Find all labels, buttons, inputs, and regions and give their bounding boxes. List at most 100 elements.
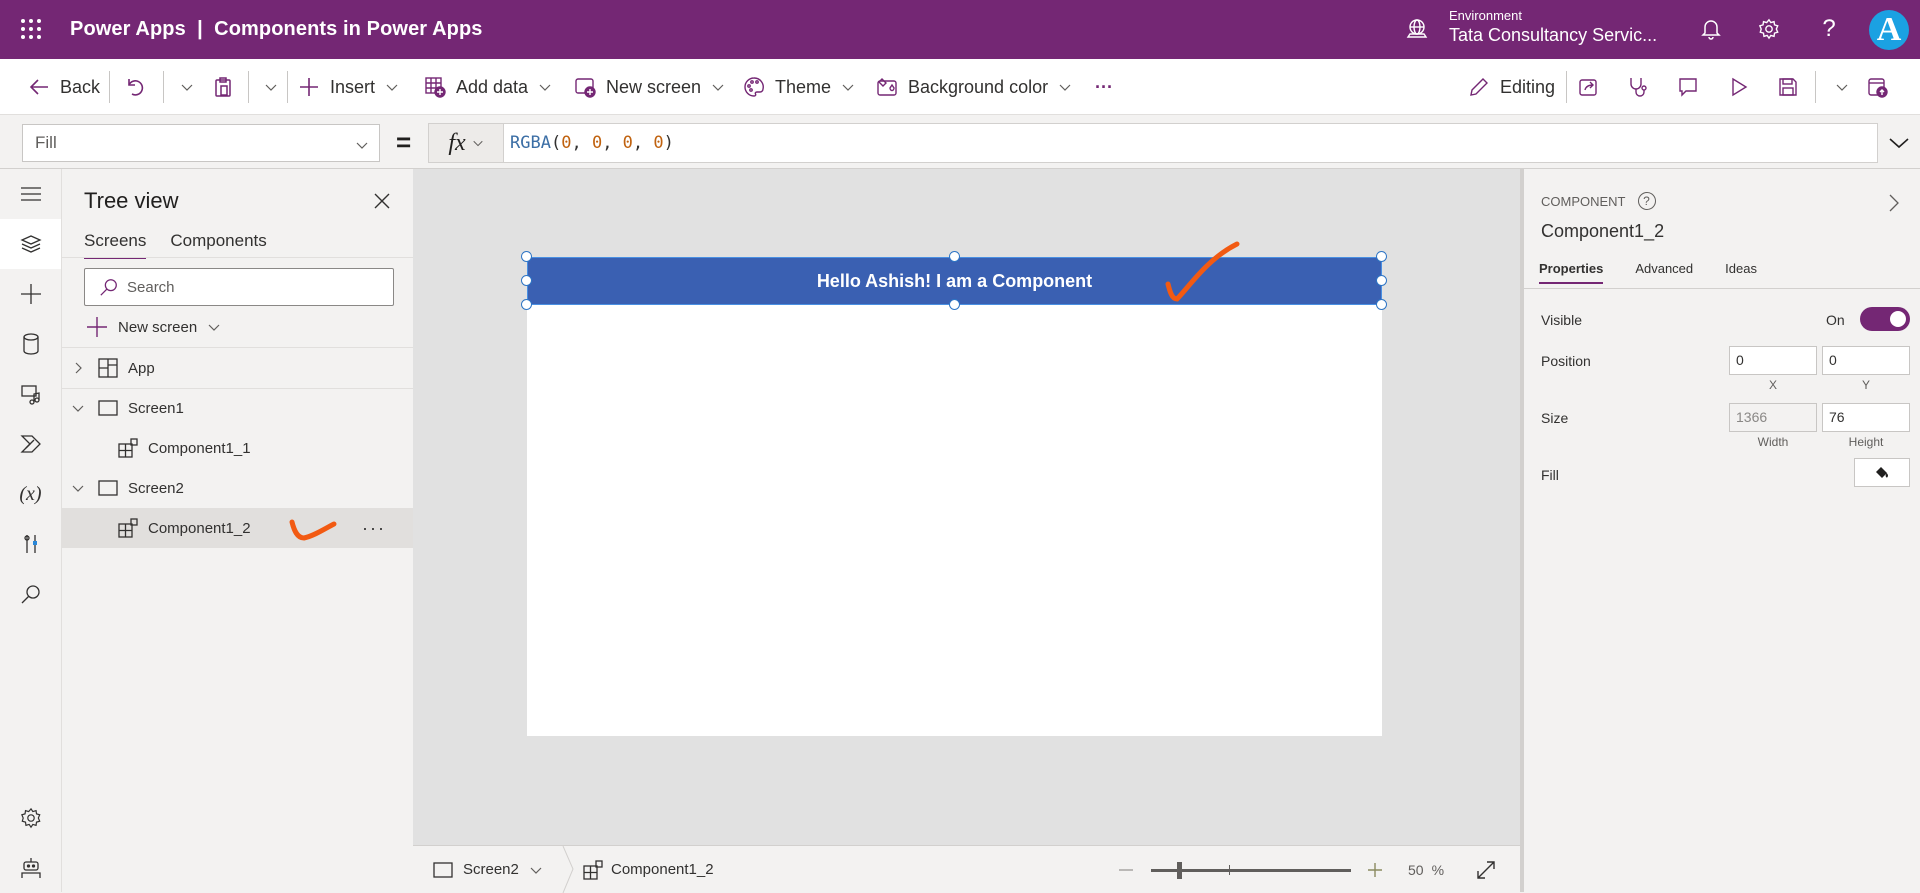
fill-color-picker[interactable]: [1854, 458, 1910, 487]
fit-to-window-button[interactable]: [1476, 846, 1496, 893]
zoom-out-button[interactable]: [1118, 846, 1134, 893]
visible-toggle[interactable]: [1860, 307, 1910, 331]
advanced-tools-button[interactable]: [0, 519, 61, 569]
position-x-input[interactable]: 0: [1729, 346, 1817, 375]
comments-button[interactable]: [1677, 59, 1709, 115]
background-color-button[interactable]: Background color: [876, 59, 1072, 115]
menu-hamburger-button[interactable]: [0, 169, 61, 219]
tree-item-screen1[interactable]: Screen1: [62, 388, 413, 428]
back-button[interactable]: Back: [28, 59, 100, 115]
tab-screens[interactable]: Screens: [84, 231, 147, 259]
insert-button[interactable]: Insert: [298, 59, 399, 115]
undo-dropdown[interactable]: [170, 59, 194, 115]
settings-button[interactable]: [0, 793, 61, 843]
new-screen-button[interactable]: New screen: [574, 59, 725, 115]
power-automate-button[interactable]: [0, 419, 61, 469]
formula-input[interactable]: RGBA(0, 0, 0, 0): [503, 123, 1878, 163]
settings-gear-icon[interactable]: [1754, 14, 1784, 44]
resize-handle-left[interactable]: [521, 275, 532, 286]
resize-handle-bottom-left[interactable]: [521, 299, 532, 310]
equals-sign: =: [396, 127, 412, 157]
preview-play-button[interactable]: [1728, 59, 1760, 115]
resize-handle-top-right[interactable]: [1376, 251, 1387, 262]
zoom-slider-thumb[interactable]: [1176, 861, 1182, 879]
properties-tabs: Properties Advanced Ideas: [1539, 261, 1789, 284]
paste-dropdown[interactable]: [254, 59, 278, 115]
chevron-down-icon: [1836, 84, 1848, 91]
fill-label: Fill: [1541, 467, 1559, 483]
publish-button[interactable]: [1866, 59, 1898, 115]
property-dropdown[interactable]: Fill: [22, 124, 380, 162]
formula-arg: 0: [561, 133, 572, 153]
resize-handle-bottom[interactable]: [949, 299, 960, 310]
screen-icon: [98, 400, 118, 416]
media-pane-button[interactable]: [0, 369, 61, 419]
help-question-icon[interactable]: ?: [1637, 192, 1656, 210]
tree-item-screen2[interactable]: Screen2: [62, 468, 413, 508]
insert-pane-button[interactable]: [0, 269, 61, 319]
tree-view-button[interactable]: [0, 219, 61, 269]
canvas-status-bar: Screen2 Component1_2 50 %: [413, 845, 1520, 893]
add-data-button[interactable]: Add data: [424, 59, 552, 115]
environment-picker[interactable]: Environment Tata Consultancy Servic...: [1405, 8, 1657, 46]
undo-button[interactable]: [124, 59, 156, 115]
share-button[interactable]: [1577, 59, 1609, 115]
tab-ideas[interactable]: Ideas: [1725, 261, 1757, 284]
variables-icon: (x): [19, 482, 42, 505]
more-options-button[interactable]: ···: [362, 518, 386, 539]
paste-button[interactable]: [212, 59, 244, 115]
zoom-slider[interactable]: [1151, 846, 1351, 893]
resize-handle-bottom-right[interactable]: [1376, 299, 1387, 310]
clipboard-icon: [215, 77, 231, 97]
save-button[interactable]: [1777, 59, 1809, 115]
zoom-in-button[interactable]: [1367, 846, 1383, 893]
comment-icon: [1679, 78, 1697, 97]
command-bar: Back Insert Add data New screen Theme Ba…: [0, 59, 1920, 115]
tree-item-app[interactable]: App: [62, 348, 413, 388]
resize-handle-right[interactable]: [1376, 275, 1387, 286]
component-icon: [118, 518, 138, 538]
search-pane-button[interactable]: [0, 569, 61, 619]
tree-item-component1-1[interactable]: Component1_1: [62, 428, 413, 468]
formula-bar: Fill = fx RGBA(0, 0, 0, 0): [0, 115, 1920, 169]
variables-button[interactable]: (x): [0, 469, 61, 519]
notifications-bell-icon[interactable]: [1696, 14, 1726, 44]
paint-bucket-icon: [1876, 466, 1888, 478]
y-caption: Y: [1861, 378, 1870, 392]
tree-item-component1-2[interactable]: Component1_2 ···: [62, 508, 413, 548]
help-question-icon[interactable]: ?: [1814, 14, 1844, 44]
breadcrumb-component1-2[interactable]: Component1_2: [583, 846, 714, 893]
tab-components[interactable]: Components: [170, 231, 266, 259]
tree-item-label: Component1_2: [148, 519, 251, 537]
tree-search-input[interactable]: Search: [84, 268, 394, 306]
user-avatar[interactable]: A: [1869, 10, 1909, 50]
close-icon[interactable]: [372, 191, 396, 215]
chevron-right-icon[interactable]: [1888, 193, 1900, 213]
resize-handle-top[interactable]: [949, 251, 960, 262]
tab-advanced[interactable]: Advanced: [1635, 261, 1693, 284]
formula-arg: 0: [622, 133, 633, 153]
plus-icon: [1368, 862, 1382, 877]
expand-formula-button[interactable]: [1878, 123, 1920, 163]
tree-new-screen-button[interactable]: New screen: [86, 312, 221, 342]
position-y-input[interactable]: 0: [1822, 346, 1910, 375]
theme-button[interactable]: Theme: [743, 59, 855, 115]
screen2-canvas[interactable]: Hello Ashish! I am a Component: [521, 241, 1387, 736]
design-canvas[interactable]: Hello Ashish! I am a Component: [413, 169, 1520, 845]
breadcrumb-component-label: Component1_2: [611, 861, 714, 878]
component1-2-canvas-instance[interactable]: Hello Ashish! I am a Component: [527, 257, 1382, 305]
more-commands-button[interactable]: ···: [1095, 59, 1113, 115]
editing-mode-button[interactable]: Editing: [1468, 59, 1555, 115]
app-checker-button[interactable]: [1627, 59, 1659, 115]
function-picker-button[interactable]: fx: [428, 123, 503, 163]
resize-handle-top-left[interactable]: [521, 251, 532, 262]
tab-properties[interactable]: Properties: [1539, 261, 1604, 284]
app-launcher-icon[interactable]: [20, 18, 42, 40]
breadcrumb-screen2[interactable]: Screen2: [433, 846, 543, 893]
save-dropdown[interactable]: [1825, 59, 1849, 115]
selected-control-kind: COMPONENT ?: [1541, 192, 1656, 210]
data-pane-button[interactable]: [0, 319, 61, 369]
size-height-input[interactable]: 76: [1822, 403, 1910, 432]
virtual-agent-button[interactable]: [0, 843, 61, 893]
breadcrumb-separator: [562, 846, 574, 893]
